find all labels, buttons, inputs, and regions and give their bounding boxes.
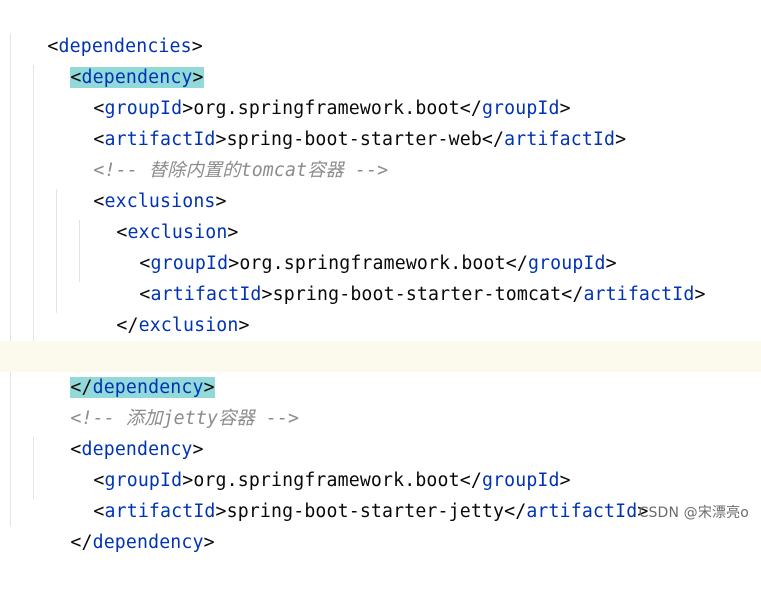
code-line: <artifactId>spring-boot-starter-tomcat</… — [139, 284, 706, 305]
indent-guide — [10, 34, 11, 526]
code-line: <groupId>org.springframework.boot</group… — [93, 98, 571, 119]
watermark: CSDN @宋漂亮o — [638, 505, 749, 521]
code-line: </dependency> — [26, 341, 215, 398]
code-line: </exclusion> — [116, 315, 250, 336]
tag-value: spring-boot-starter-tomcat — [272, 284, 562, 305]
tag-value: spring-boot-starter-jetty — [226, 501, 505, 522]
code-line: <exclusion> — [116, 222, 239, 243]
code-line: <artifactId>spring-boot-starter-jetty</a… — [93, 501, 649, 522]
code-line: <groupId>org.springframework.boot</group… — [139, 253, 617, 274]
tag-name: artifactId — [583, 284, 695, 305]
code-line: <!-- 替除内置的tomcat容器 --> — [49, 124, 388, 181]
code-line: <dependencies> — [3, 0, 203, 57]
code-line: <groupId>org.springframework.boot</group… — [93, 470, 571, 491]
code-line: <exclusions> — [93, 191, 227, 212]
code-line: <!-- 添加jetty容器 --> — [26, 372, 299, 429]
code-editor[interactable]: <dependencies> <dependency> <groupId>org… — [0, 0, 761, 553]
tag-name: artifactId — [504, 129, 616, 150]
code-line: </exclusions> — [49, 310, 238, 367]
code-line: </dependency> — [70, 532, 215, 553]
code-line: <dependency> — [26, 31, 204, 88]
code-line: <artifactId>spring-boot-starter-web</art… — [93, 129, 627, 150]
code-line: <dependency> — [70, 439, 204, 460]
tag-name: dependency — [92, 532, 204, 553]
tag-name: artifactId — [526, 501, 638, 522]
